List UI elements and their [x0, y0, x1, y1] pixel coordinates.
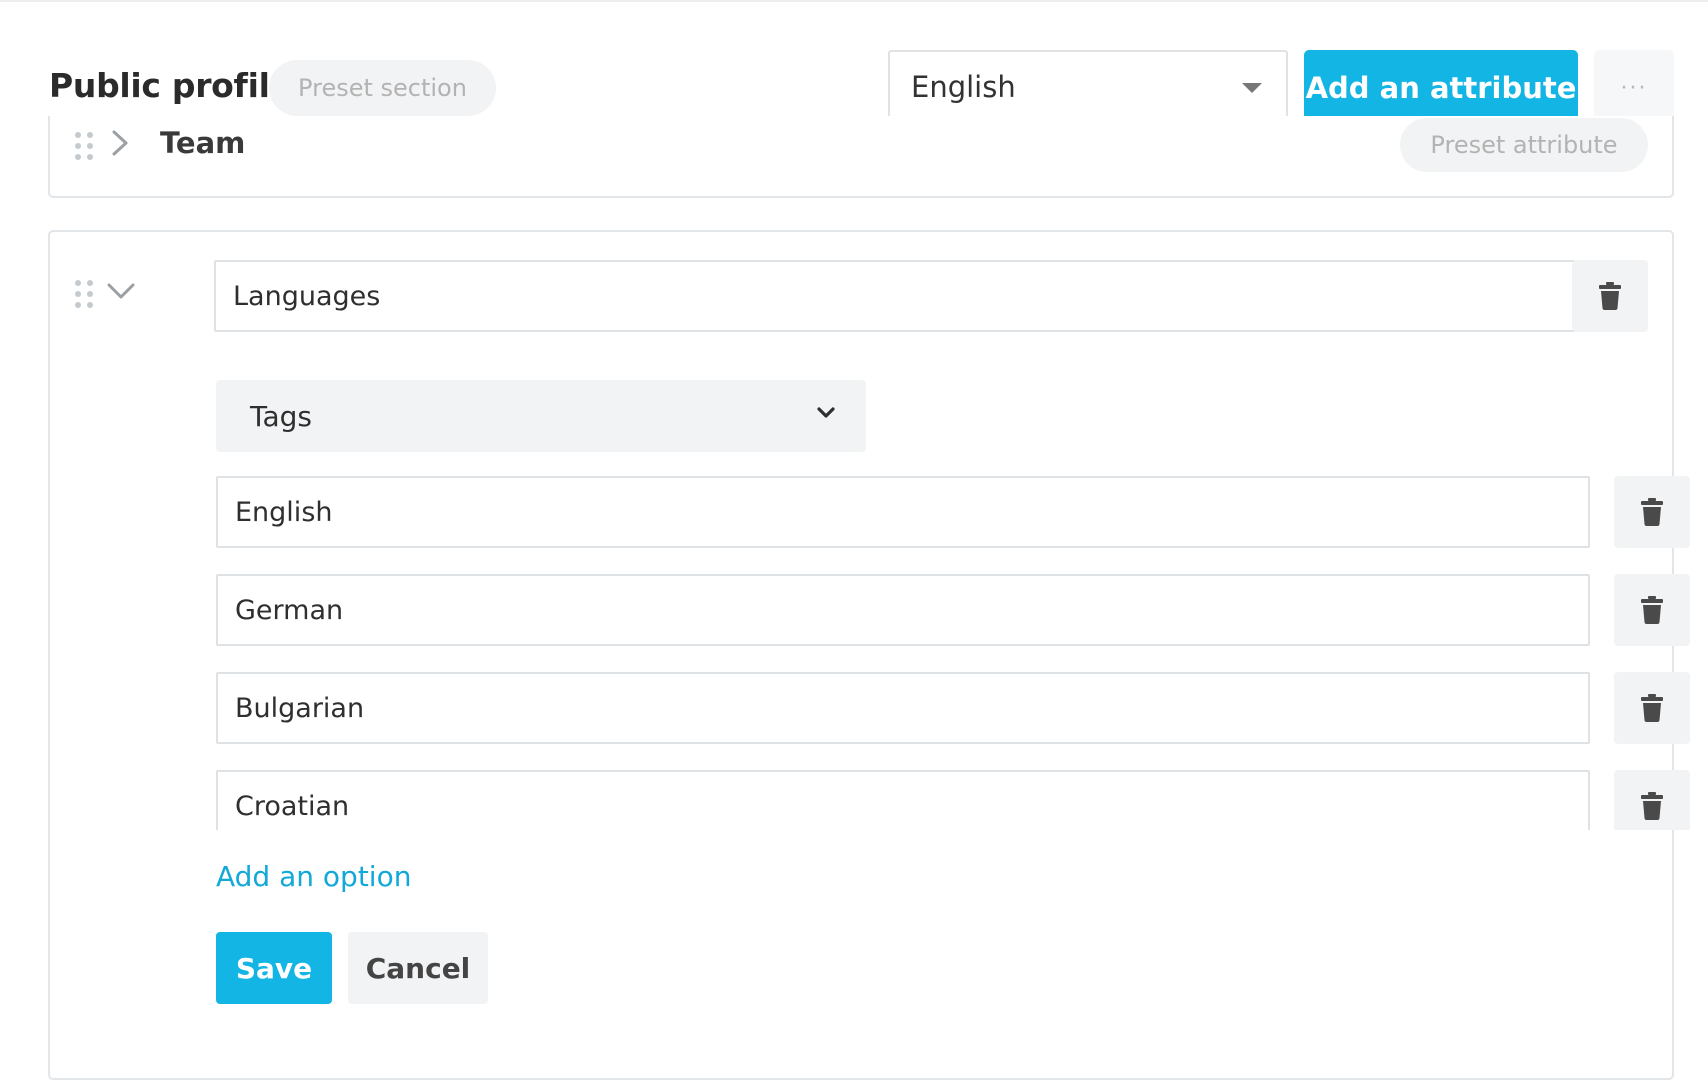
options-list: English German Bulgarian Croatian	[214, 476, 1694, 830]
preset-attribute-badge: Preset attribute	[1400, 118, 1648, 172]
language-select[interactable]: English	[888, 50, 1288, 124]
add-option-link[interactable]: Add an option	[216, 860, 411, 893]
option-value: Croatian	[235, 790, 350, 822]
top-divider	[0, 0, 1708, 2]
language-select-value: English	[911, 70, 1016, 104]
option-row: Croatian	[214, 770, 1694, 830]
option-row: Bulgarian	[214, 672, 1694, 744]
drag-handle-icon[interactable]	[75, 132, 93, 160]
attribute-name-input[interactable]: Languages	[214, 260, 1598, 332]
more-dots-icon: ···	[1620, 75, 1648, 101]
drag-handle-icon[interactable]	[75, 280, 93, 308]
team-attribute-label: Team	[160, 126, 246, 160]
option-input[interactable]: English	[216, 476, 1590, 548]
delete-option-button[interactable]	[1614, 672, 1690, 744]
option-input[interactable]: German	[216, 574, 1590, 646]
attribute-type-value: Tags	[250, 399, 312, 433]
option-value: English	[235, 496, 333, 528]
trash-icon	[1641, 498, 1663, 526]
trash-icon	[1641, 792, 1663, 820]
attribute-type-select[interactable]: Tags	[216, 380, 866, 452]
option-input[interactable]: Croatian	[216, 770, 1590, 830]
attribute-name-value: Languages	[233, 280, 381, 312]
more-options-button[interactable]: ···	[1594, 50, 1674, 126]
chevron-down-icon	[817, 407, 835, 418]
delete-attribute-button[interactable]	[1572, 260, 1648, 332]
add-attribute-button[interactable]: Add an attribute	[1304, 50, 1578, 126]
trash-icon	[1641, 596, 1663, 624]
save-button[interactable]: Save	[216, 932, 332, 1004]
trash-icon	[1641, 694, 1663, 722]
preset-section-badge: Preset section	[269, 60, 496, 116]
delete-option-button[interactable]	[1614, 770, 1690, 830]
option-input[interactable]: Bulgarian	[216, 672, 1590, 744]
option-row: German	[214, 574, 1694, 646]
option-value: Bulgarian	[235, 692, 365, 724]
trash-icon	[1599, 282, 1621, 310]
delete-option-button[interactable]	[1614, 574, 1690, 646]
delete-option-button[interactable]	[1614, 476, 1690, 548]
option-row: English	[214, 476, 1694, 548]
chevron-right-icon[interactable]	[108, 128, 132, 158]
page-title: Public profile	[49, 66, 292, 105]
caret-down-icon	[1242, 83, 1262, 93]
chevron-down-icon[interactable]	[106, 280, 136, 302]
cancel-button[interactable]: Cancel	[348, 932, 488, 1004]
languages-attribute-card: Languages Tags English German Bulgarian …	[48, 230, 1690, 1080]
option-value: German	[235, 594, 344, 626]
